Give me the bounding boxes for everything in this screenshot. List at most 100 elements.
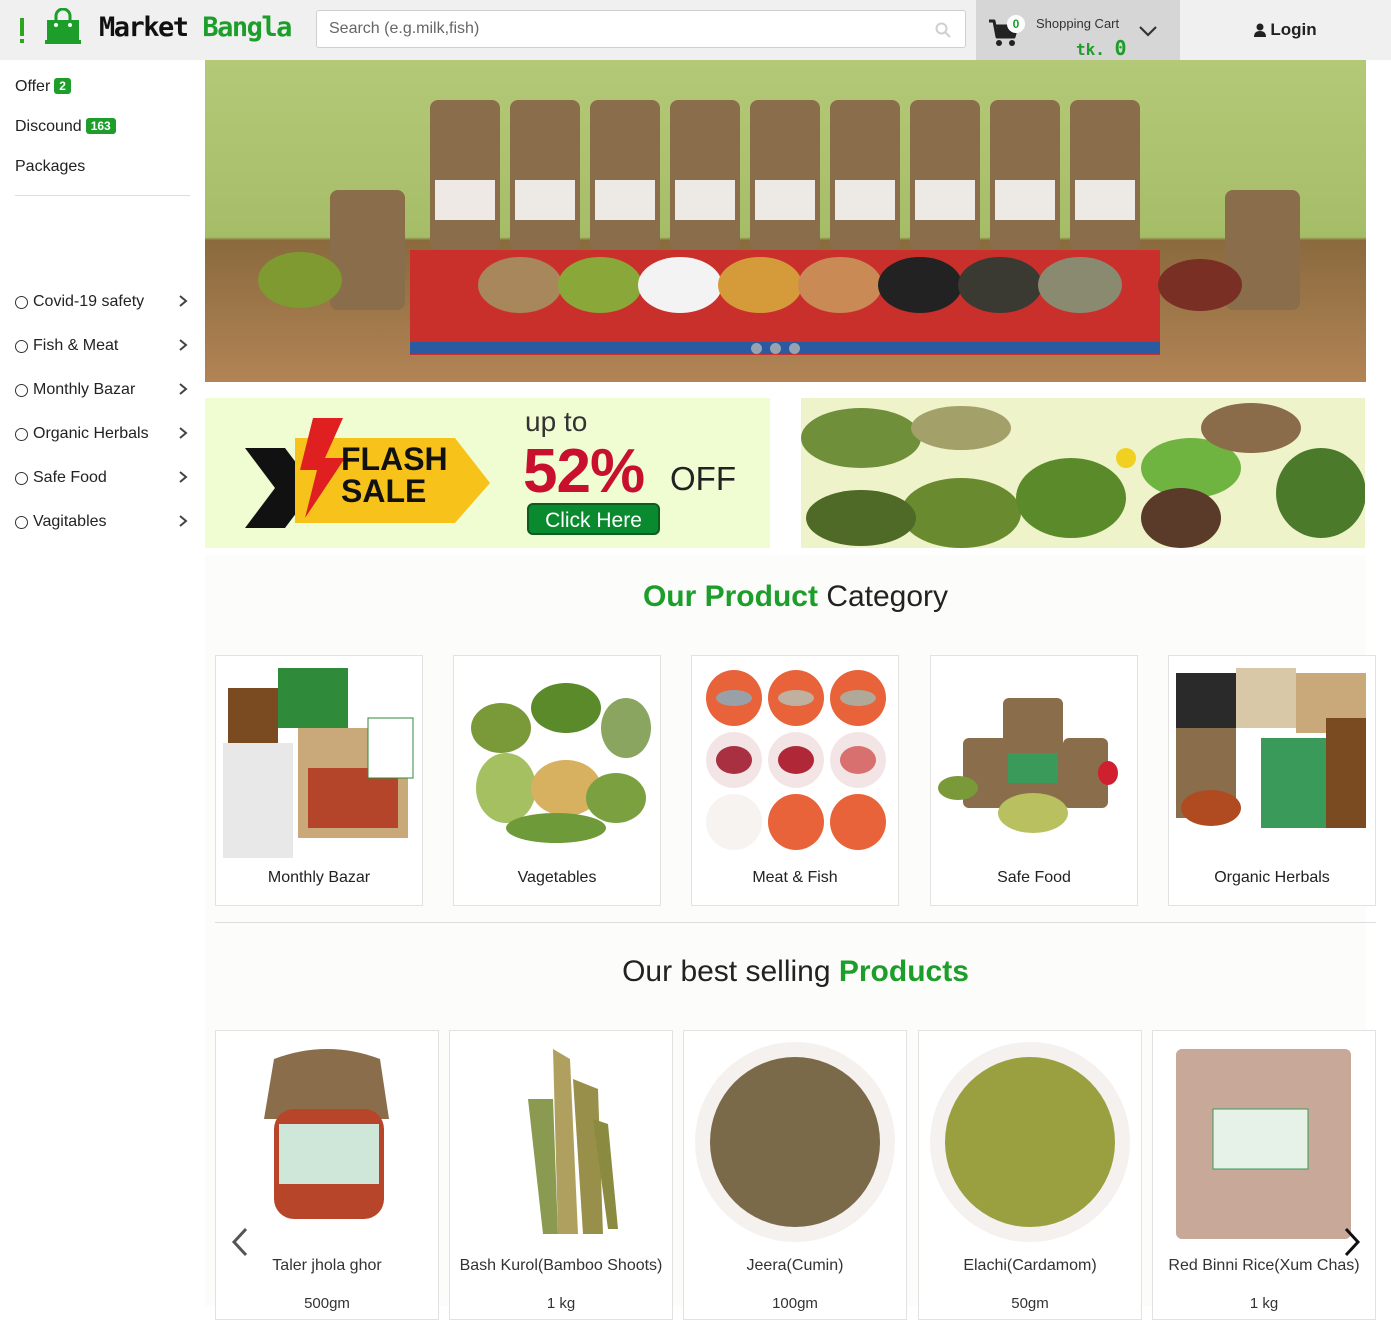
section-divider (215, 922, 1376, 923)
logo-word-market: Market (99, 12, 189, 43)
sidebar-category-vagitables[interactable]: Vagitables (15, 510, 190, 534)
product-card[interactable]: Red Binni Rice(Xum Chas) 1 kg (1152, 1030, 1376, 1320)
category-label: Vagetables (517, 869, 597, 886)
spice-jars (430, 100, 1140, 250)
title-word-products: Products (838, 955, 969, 988)
category-card-meat-fish[interactable]: Meat & Fish (691, 655, 899, 906)
product-image (692, 1039, 898, 1244)
cart-currency: tk. (1076, 40, 1105, 59)
category-image (218, 658, 420, 863)
sidebar-category-label: Organic Herbals (33, 425, 149, 442)
sidebar-category-safe-food[interactable]: Safe Food (15, 466, 190, 490)
vegetables-banner-image (801, 398, 1365, 548)
circle-icon (15, 471, 28, 485)
promo-upto: up to (525, 406, 588, 437)
category-label: Safe Food (997, 869, 1071, 886)
category-label: Meat & Fish (752, 869, 838, 886)
logo-text[interactable]: Market Bangla (99, 12, 292, 43)
carousel-prev-arrow-icon[interactable] (229, 1226, 251, 1258)
login-button[interactable]: Login (1180, 0, 1391, 60)
product-name: Elachi(Cardamom) (963, 1257, 1097, 1274)
product-card[interactable]: Bash Kurol(Bamboo Shoots) 1 kg (449, 1030, 673, 1320)
sidebar-link-offer[interactable]: Offer 2 (15, 78, 71, 96)
menu-toggle-icon[interactable] (18, 18, 26, 46)
category-card-vagetables[interactable]: Vagetables (453, 655, 661, 906)
product-name: Taler jhola ghor (272, 1257, 382, 1274)
sidebar-category-label: Fish & Meat (33, 337, 119, 354)
product-size: 50gm (1011, 1295, 1049, 1312)
product-image (1161, 1039, 1367, 1244)
flash-line-1: FLASH (341, 441, 448, 477)
carousel-dot[interactable] (751, 343, 762, 354)
user-icon (1254, 23, 1267, 37)
circle-icon (15, 427, 28, 441)
product-name: Bash Kurol(Bamboo Shoots) (459, 1257, 663, 1274)
sidebar-category-organic-herbals[interactable]: Organic Herbals (15, 422, 190, 446)
category-image (694, 658, 896, 863)
logo-word-bangla: Bangla (202, 12, 292, 43)
category-label: Monthly Bazar (267, 869, 371, 886)
title-word-product: Product (704, 580, 818, 613)
product-size: 100gm (772, 1295, 818, 1312)
product-card[interactable]: Elachi(Cardamom) 50gm (918, 1030, 1142, 1320)
offer-count-badge: 2 (54, 78, 71, 94)
cart-total: tk. 0 (1076, 36, 1127, 60)
promo-off: OFF (670, 460, 736, 497)
chevron-right-icon (179, 339, 188, 351)
login-label: Login (1270, 20, 1317, 39)
search-input[interactable] (317, 11, 917, 47)
sidebar-link-packages[interactable]: Packages (15, 158, 85, 176)
carousel-dot[interactable] (770, 343, 781, 354)
vegetables-banner[interactable] (801, 398, 1365, 548)
sidebar-link-label: Packages (15, 158, 86, 175)
title-part-1: Our best selling (622, 955, 831, 988)
circle-icon (15, 383, 28, 397)
sidebar-category-covid[interactable]: Covid-19 safety (15, 290, 190, 314)
product-name: Jeera(Cumin) (746, 1257, 844, 1274)
search-box (316, 10, 966, 48)
category-card-organic-herbals[interactable]: Organic Herbals (1168, 655, 1376, 906)
sidebar-link-discount[interactable]: Discound 163 (15, 118, 116, 136)
product-card[interactable]: Taler jhola ghor 500gm (215, 1030, 439, 1320)
category-label: Organic Herbals (1214, 869, 1330, 886)
sidebar-category-label: Covid-19 safety (33, 293, 145, 310)
sidebar-category-fish-meat[interactable]: Fish & Meat (15, 334, 190, 358)
product-image (458, 1039, 664, 1244)
product-name: Red Binni Rice(Xum Chas) (1168, 1257, 1360, 1274)
click-here-button[interactable]: Click Here (527, 503, 660, 535)
category-image (1171, 658, 1373, 863)
product-image (927, 1039, 1133, 1244)
cart-amount: 0 (1114, 36, 1127, 60)
spice-jars-banner-image (258, 100, 1300, 355)
product-card[interactable]: Jeera(Cumin) 100gm (683, 1030, 907, 1320)
shopping-cart[interactable]: 0 Shopping Cart tk. 0 (976, 0, 1180, 60)
cart-label: Shopping Cart (1036, 16, 1120, 31)
discount-count-badge: 163 (85, 118, 116, 134)
flash-sale-banner[interactable]: FLASH SALE up to 52% OFF Click Here (205, 398, 770, 548)
sidebar-category-monthly-bazar[interactable]: Monthly Bazar (15, 378, 190, 402)
title-word-category: Category (826, 580, 949, 613)
chevron-right-icon (179, 295, 188, 307)
chevron-right-icon (179, 383, 188, 395)
category-card-safe-food[interactable]: Safe Food (930, 655, 1138, 906)
circle-icon (15, 339, 28, 353)
sidebar-category-label: Vagitables (33, 513, 107, 530)
search-icon[interactable] (935, 22, 951, 38)
category-section-title: Our Product Category (205, 580, 1386, 614)
category-image (456, 658, 658, 863)
carousel-dot[interactable] (789, 343, 800, 354)
hero-banner[interactable] (205, 60, 1366, 382)
title-word-our: Our (642, 580, 697, 613)
category-card-monthly-bazar[interactable]: Monthly Bazar (215, 655, 423, 906)
sidebar-divider (15, 195, 190, 196)
chevron-right-icon (179, 471, 188, 483)
promo-percent: 52% (523, 437, 645, 506)
carousel-next-arrow-icon[interactable] (1341, 1226, 1363, 1258)
product-size: 500gm (304, 1295, 350, 1312)
carousel-dots (751, 343, 800, 354)
shopping-bag-logo-icon[interactable] (44, 8, 82, 46)
chevron-down-icon[interactable] (1138, 24, 1158, 38)
sidebar-link-label: Offer (15, 78, 51, 95)
category-image (933, 658, 1135, 863)
chevron-right-icon (179, 427, 188, 439)
